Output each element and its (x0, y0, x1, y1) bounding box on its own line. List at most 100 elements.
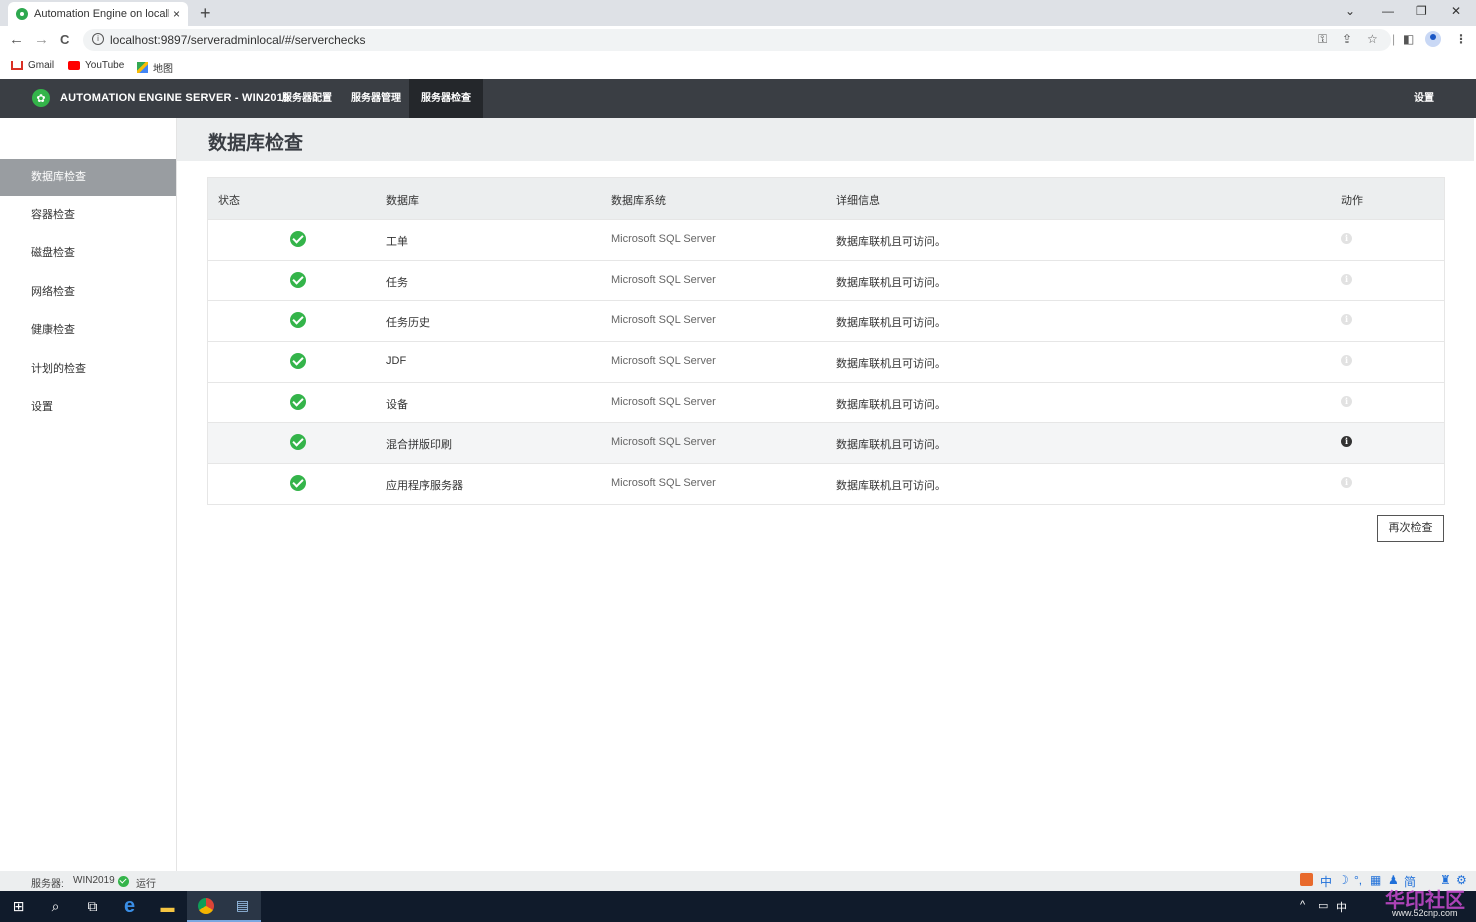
browser-menu-icon[interactable]: ⋮ (1455, 32, 1467, 46)
key-icon[interactable]: ⚿ (1318, 32, 1327, 47)
database-details: 数据库联机且可访问。 (836, 236, 946, 248)
edge-icon[interactable]: e (111, 891, 148, 922)
database-system: Microsoft SQL Server (611, 436, 716, 449)
table-row[interactable]: 工单 Microsoft SQL Server 数据库联机且可访问。 i (208, 219, 1444, 260)
windows-taskbar: ⊞ ⌕ ⧉ e ▬ ▤ ^ ▭ 中 (0, 891, 1476, 922)
chrome-logo-icon (197, 897, 214, 914)
url-text[interactable]: localhost:9897/serveradminlocal/#/server… (110, 33, 365, 47)
sidebar-item-container-check[interactable]: 容器检查 (0, 197, 176, 234)
search-icon[interactable]: ⌕ (37, 891, 74, 922)
info-icon[interactable]: i (1341, 273, 1352, 285)
back-button[interactable]: ← (9, 31, 24, 48)
database-details: 数据库联机且可访问。 (836, 398, 946, 411)
bookmark-gmail[interactable]: Gmail (11, 60, 54, 71)
browser-tab[interactable]: Automation Engine on localhc × (8, 2, 188, 26)
toolbar-divider: | (1392, 32, 1396, 46)
windows-start-icon[interactable]: ⊞ (0, 891, 37, 922)
tab-search-icon[interactable]: ⌄ (1345, 4, 1355, 18)
bookmarks-bar: Gmail YouTube 地图 (0, 54, 1476, 78)
bookmark-label: 地图 (153, 64, 173, 75)
database-name: 应用程序服务器 (386, 480, 463, 493)
share-icon[interactable]: ⇪ (1342, 32, 1352, 46)
ime-logo-icon[interactable] (1300, 873, 1313, 886)
forward-button[interactable]: → (34, 31, 49, 48)
server-state: 运行 (136, 879, 156, 890)
column-header-details: 详细信息 (836, 195, 880, 207)
column-header-database: 数据库 (386, 195, 419, 207)
database-details: 数据库联机且可访问。 (836, 439, 946, 452)
server-manager-icon[interactable]: ▤ (224, 891, 261, 922)
bookmark-youtube[interactable]: YouTube (68, 60, 124, 71)
sidebar-item-scheduled-checks[interactable]: 计划的检查 (0, 351, 176, 388)
table-row[interactable]: 应用程序服务器 Microsoft SQL Server 数据库联机且可访问。 … (208, 463, 1444, 504)
table-row[interactable]: JDF Microsoft SQL Server 数据库联机且可访问。 i (208, 341, 1444, 382)
column-header-actions: 动作 (1341, 195, 1363, 207)
minimize-button[interactable]: — (1382, 4, 1394, 18)
bookmark-star-icon[interactable]: ☆ (1367, 32, 1378, 46)
page-title: 数据库检查 (208, 133, 304, 154)
reload-button[interactable]: C (60, 32, 69, 47)
info-icon[interactable]: i (1341, 436, 1352, 448)
ime-moon-icon[interactable]: ☽ (1338, 873, 1349, 887)
info-icon[interactable]: i (1341, 355, 1352, 367)
tray-language[interactable]: 中 (1336, 899, 1347, 915)
page-header: 数据库检查 (177, 118, 1474, 161)
info-icon[interactable]: i (1341, 233, 1352, 244)
info-icon[interactable]: i (1341, 477, 1352, 489)
column-header-system: 数据库系统 (611, 195, 666, 207)
info-icon[interactable]: i (1341, 314, 1352, 326)
bookmark-label: Gmail (28, 60, 55, 71)
network-icon[interactable]: ▭ (1318, 899, 1328, 912)
profile-avatar-icon[interactable] (1425, 31, 1441, 47)
database-check-table: 状态 数据库 数据库系统 详细信息 动作 工单 Microsoft SQL Se… (207, 177, 1445, 505)
sidebar-item-database-check[interactable]: 数据库检查 (0, 159, 176, 196)
server-label: 服务器: (31, 879, 64, 890)
ime-chinese-mode[interactable]: 中 (1320, 873, 1332, 890)
column-header-status: 状态 (218, 195, 240, 207)
sidebar-item-network-check[interactable]: 网络检查 (0, 274, 176, 311)
table-header: 状态 数据库 数据库系统 详细信息 动作 (208, 178, 1444, 219)
new-tab-button[interactable]: + (200, 3, 211, 24)
status-ok-icon (290, 231, 306, 247)
ime-keyboard-icon[interactable]: ▦ (1370, 873, 1381, 887)
tray-chevron-icon[interactable]: ^ (1300, 899, 1305, 911)
sidebar-item-health-check[interactable]: 健康检查 (0, 312, 176, 349)
tab-server-management[interactable]: 服务器管理 (339, 79, 413, 118)
status-ok-icon (290, 475, 306, 492)
database-system: Microsoft SQL Server (611, 273, 716, 286)
ime-punct-icon[interactable]: °, (1354, 873, 1362, 887)
watermark-url: www.52cnp.com (1392, 908, 1458, 918)
app-header: ✿ AUTOMATION ENGINE SERVER - WIN2019 服务器… (0, 79, 1476, 118)
close-tab-icon[interactable]: × (173, 7, 180, 21)
table-row[interactable]: 任务 Microsoft SQL Server 数据库联机且可访问。 i (208, 259, 1444, 301)
tab-server-checks[interactable]: 服务器检查 (409, 79, 483, 118)
close-window-button[interactable]: ✕ (1451, 4, 1461, 18)
table-row[interactable]: 设备 Microsoft SQL Server 数据库联机且可访问。 i (208, 381, 1444, 423)
table-row[interactable]: 混合拼版印刷 Microsoft SQL Server 数据库联机且可访问。 i (208, 422, 1444, 464)
status-ok-icon (290, 434, 306, 451)
task-view-icon[interactable]: ⧉ (74, 891, 111, 922)
sidebar: 数据库检查 容器检查 磁盘检查 网络检查 健康检查 计划的检查 设置 (0, 118, 177, 871)
sidebar-item-settings[interactable]: 设置 (0, 389, 176, 426)
bookmark-maps[interactable]: 地图 (137, 60, 173, 75)
status-ok-icon (290, 271, 306, 288)
server-name: WIN2019 (73, 875, 115, 886)
database-system: Microsoft SQL Server (611, 355, 716, 368)
status-ok-icon (290, 353, 306, 370)
database-details: 数据库联机且可访问。 (836, 358, 946, 371)
table-row[interactable]: 任务历史 Microsoft SQL Server 数据库联机且可访问。 i (208, 300, 1444, 341)
header-settings-link[interactable]: 设置 (1414, 79, 1434, 118)
maximize-button[interactable]: ❐ (1416, 4, 1427, 18)
server-running-icon (118, 876, 129, 887)
recheck-button[interactable]: 再次检查 (1377, 515, 1444, 542)
site-info-icon[interactable]: i (92, 33, 104, 45)
chrome-icon[interactable] (187, 891, 224, 922)
tab-server-config[interactable]: 服务器配置 (270, 79, 344, 118)
file-explorer-icon[interactable]: ▬ (149, 891, 186, 922)
browser-tab-title: Automation Engine on localhc (34, 8, 169, 20)
database-system: Microsoft SQL Server (611, 233, 716, 245)
sidebar-item-disk-check[interactable]: 磁盘检查 (0, 235, 176, 272)
side-panel-icon[interactable]: ◧ (1403, 32, 1414, 46)
info-icon[interactable]: i (1341, 395, 1352, 407)
maps-icon (137, 62, 148, 73)
